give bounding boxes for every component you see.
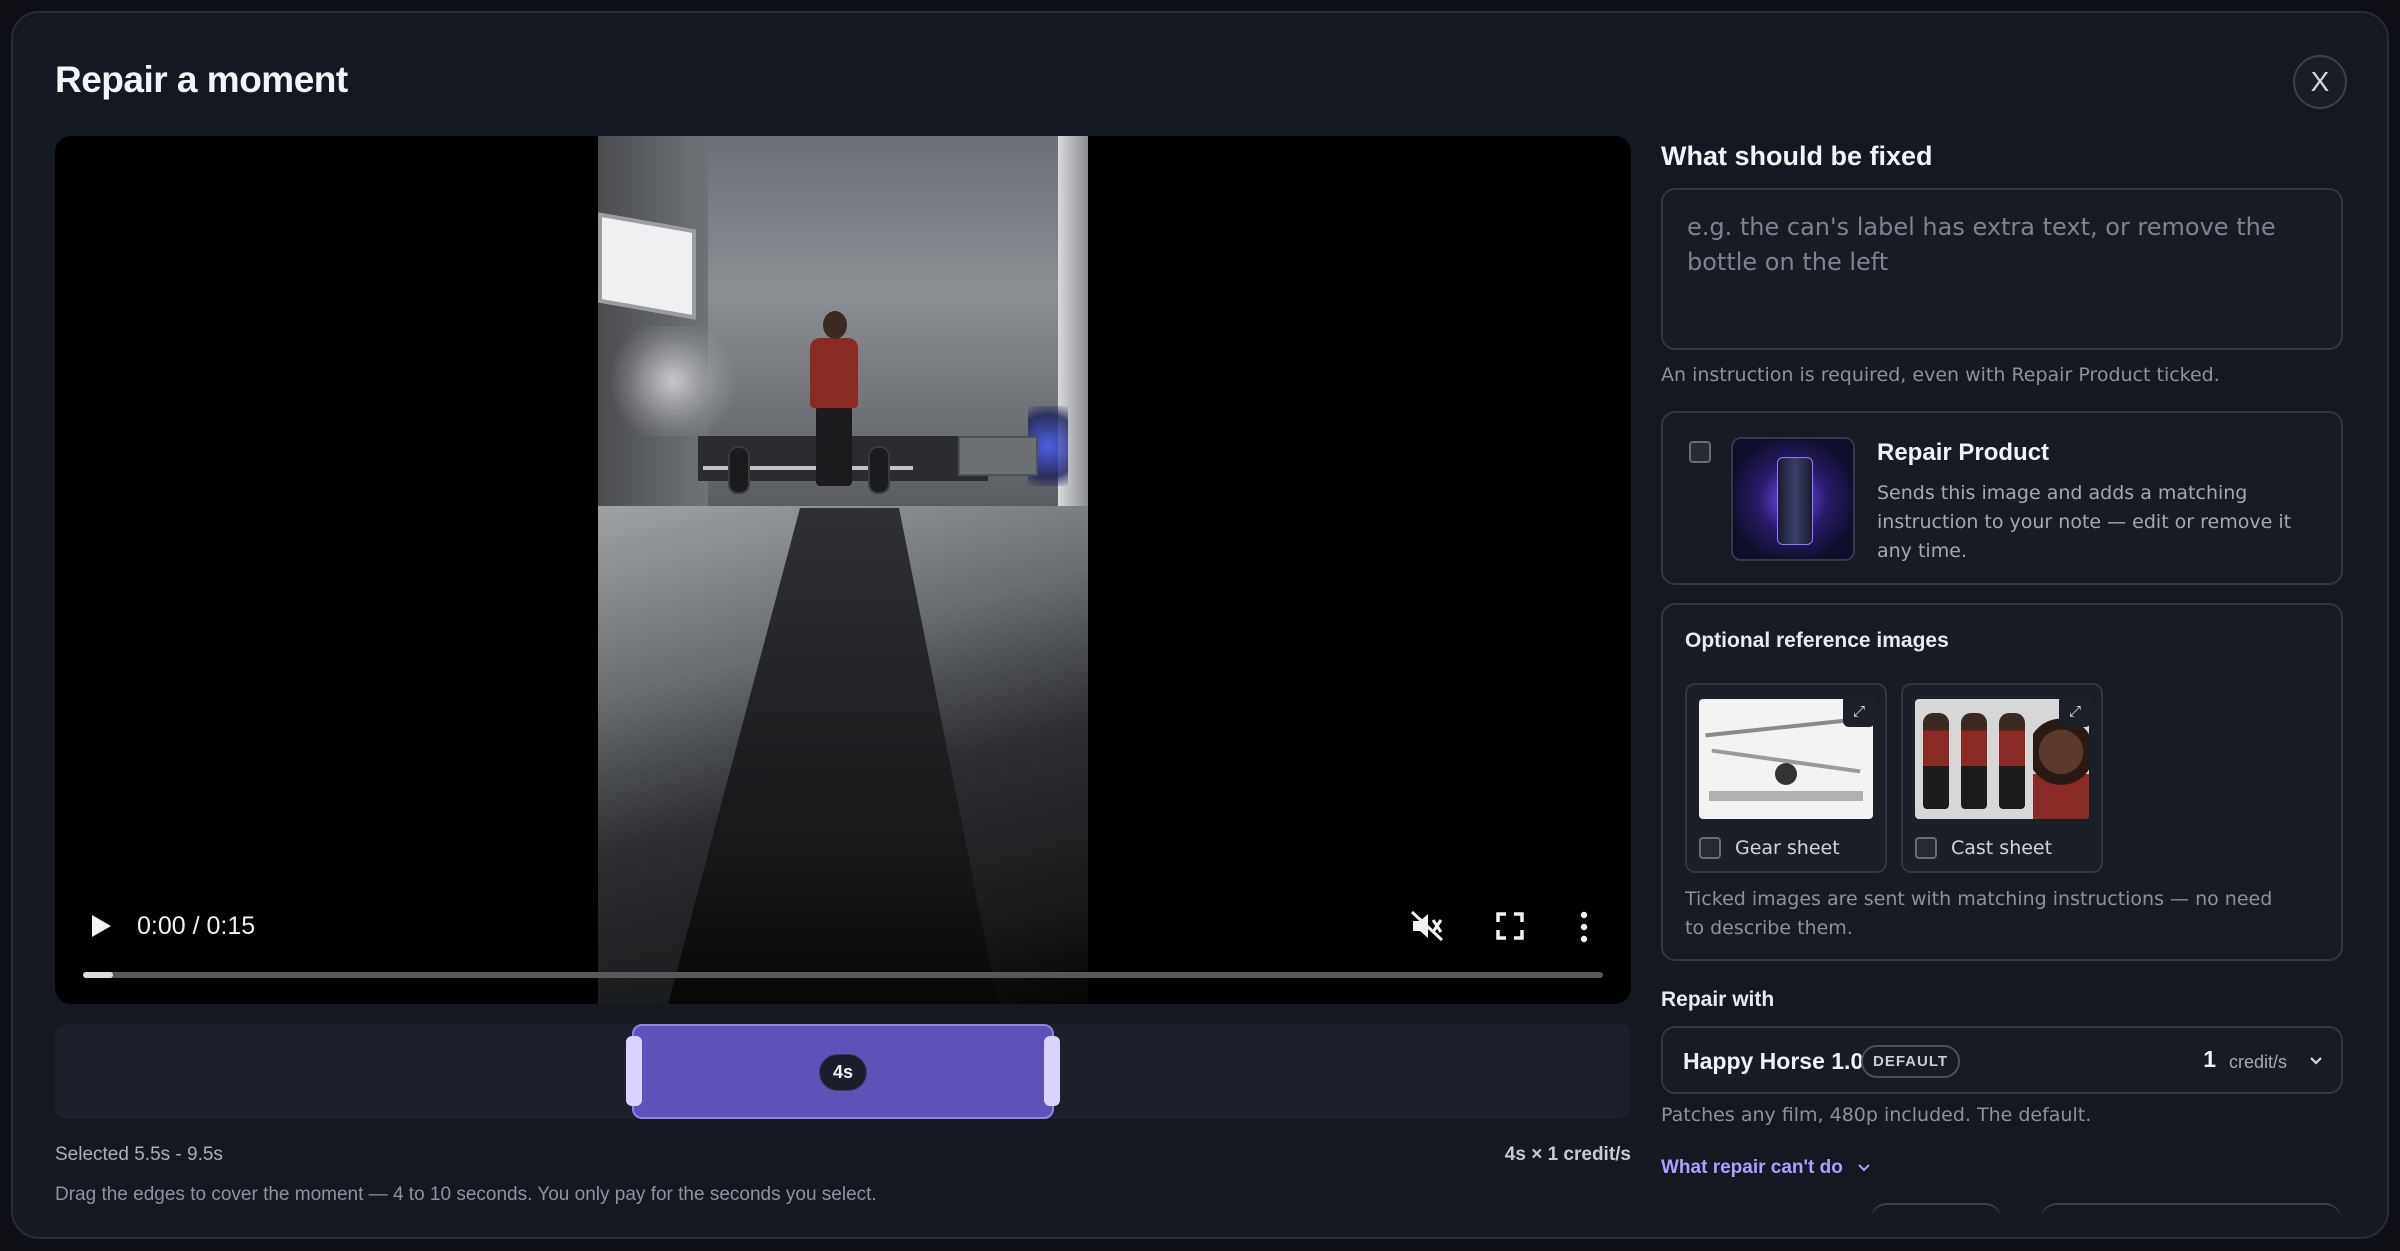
hidden-button-peek (1871, 1203, 2001, 1223)
reference-images-card: Optional reference images ⤢ Gear sheet ⤢ (1661, 603, 2343, 961)
repair-product-title: Repair Product (1877, 439, 2050, 466)
chevron-down-icon (2310, 1057, 2322, 1065)
video-progress-fill (83, 972, 114, 978)
default-badge: DEFAULT (1861, 1045, 1961, 1078)
timeline-track[interactable]: 4s (55, 1024, 1631, 1119)
reference-item-cast-sheet[interactable]: ⤢ Cast sheet (1901, 683, 2103, 873)
video-frame (598, 136, 1088, 1004)
reference-item-gear-sheet[interactable]: ⤢ Gear sheet (1685, 683, 1887, 873)
hidden-button-peek (2041, 1203, 2341, 1223)
can-icon (1777, 457, 1813, 545)
selection-duration-badge: 4s (818, 1054, 868, 1091)
instruction-required-note: An instruction is required, even with Re… (1661, 364, 2220, 386)
product-thumbnail (1731, 437, 1855, 561)
modal-title: Repair a moment (55, 59, 348, 100)
model-credits-unit: credit/s (2228, 1052, 2287, 1072)
chevron-down-icon (1858, 1164, 1870, 1172)
reference-images-title: Optional reference images (1685, 629, 1949, 652)
selection-end-handle[interactable] (1044, 1036, 1060, 1106)
model-description: Patches any film, 480p included. The def… (1661, 1104, 2092, 1126)
expand-icon[interactable]: ⤢ (2059, 695, 2091, 727)
right-panel: What should be fixed An instruction is r… (1661, 13, 2351, 1237)
repair-product-checkbox[interactable] (1689, 441, 1711, 463)
model-credits: 1 (2203, 1046, 2216, 1072)
muted-speaker-icon[interactable] (1409, 909, 1445, 943)
video-controls: 0:00 / 0:15 (55, 894, 1631, 1004)
model-name: Happy Horse 1.0 (1683, 1048, 1864, 1074)
repair-modal: Repair a moment X 0:00 / 0:15 4s Selecte… (11, 11, 2389, 1239)
cast-sheet-checkbox[interactable] (1915, 837, 1937, 859)
video-time: 0:00 / 0:15 (137, 912, 256, 940)
expand-icon[interactable]: ⤢ (1843, 695, 1875, 727)
timeline-selection[interactable]: 4s (632, 1024, 1054, 1119)
cast-sheet-label: Cast sheet (1951, 837, 2053, 859)
repair-with-heading: Repair with (1661, 988, 1775, 1011)
instruction-input[interactable] (1661, 188, 2343, 350)
gear-sheet-checkbox[interactable] (1699, 837, 1721, 859)
gear-sheet-label: Gear sheet (1735, 837, 1840, 859)
cant-do-toggle[interactable]: What repair can't do (1661, 1157, 1870, 1179)
fullscreen-icon[interactable] (1495, 911, 1525, 941)
video-player[interactable]: 0:00 / 0:15 (55, 136, 1631, 1004)
timeline-hint: Drag the edges to cover the moment — 4 t… (55, 1184, 877, 1205)
cant-do-label: What repair can't do (1661, 1157, 1843, 1178)
selection-start-handle[interactable] (626, 1036, 642, 1106)
more-options-icon[interactable] (1577, 910, 1591, 944)
selected-range-text: Selected 5.5s - 9.5s (55, 1144, 223, 1165)
play-icon[interactable] (85, 911, 115, 941)
repair-product-card: Repair Product Sends this image and adds… (1661, 411, 2343, 585)
video-progress-bar[interactable] (83, 972, 1603, 978)
model-select[interactable]: Happy Horse 1.0 DEFAULT 1 credit/s (1661, 1026, 2343, 1094)
fix-heading: What should be fixed (1661, 141, 1933, 171)
repair-product-description: Sends this image and adds a matching ins… (1877, 482, 2292, 562)
cost-text: 4s × 1 credit/s (1504, 1144, 1631, 1165)
reference-images-note: Ticked images are sent with matching ins… (1685, 888, 2273, 939)
